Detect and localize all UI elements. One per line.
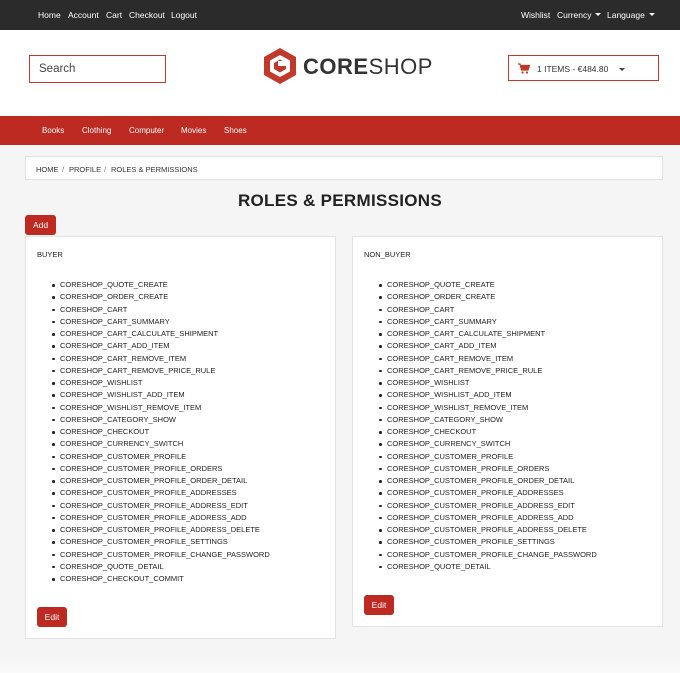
search-input[interactable] [29, 55, 166, 83]
permission-item: CORESHOP_CART_SUMMARY [379, 316, 597, 328]
nav-checkout-link[interactable]: Checkout [129, 10, 165, 21]
language-dropdown[interactable]: Language [607, 10, 655, 21]
category-movies-link[interactable]: Movies [181, 126, 206, 136]
permission-item: CORESHOP_CART_REMOVE_ITEM [52, 353, 270, 365]
page-title: ROLES & PERMISSIONS [237, 191, 443, 210]
permission-item: CORESHOP_CUSTOMER_PROFILE_ADDRESSES [379, 487, 597, 499]
category-books-link[interactable]: Books [42, 126, 64, 136]
chevron-down-icon [619, 68, 625, 71]
edit-role-button[interactable]: Edit [37, 607, 67, 627]
permission-item: CORESHOP_CART [379, 304, 597, 316]
add-role-button[interactable]: Add [25, 215, 56, 235]
permission-list: CORESHOP_QUOTE_CREATE CORESHOP_ORDER_CRE… [52, 279, 270, 585]
permission-item: CORESHOP_CART_REMOVE_PRICE_RULE [52, 365, 270, 377]
nav-cart-link[interactable]: Cart [106, 10, 122, 21]
breadcrumb-separator: / [62, 165, 65, 174]
category-computer-link[interactable]: Computer [129, 126, 164, 136]
permission-item: CORESHOP_WISHLIST_REMOVE_ITEM [52, 402, 270, 414]
nav-account-link[interactable]: Account [68, 10, 99, 21]
permission-item: CORESHOP_QUOTE_CREATE [52, 279, 270, 291]
permission-item: CORESHOP_CUSTOMER_PROFILE_ADDRESS_EDIT [52, 500, 270, 512]
permission-item: CORESHOP_CHECKOUT [52, 426, 270, 438]
permission-item: CORESHOP_CUSTOMER_PROFILE [52, 451, 270, 463]
language-label: Language [607, 10, 645, 20]
permission-item: CORESHOP_CHECKOUT_COMMIT [52, 573, 270, 585]
permission-item: CORESHOP_CART_ADD_ITEM [52, 340, 270, 352]
nav-logout-link[interactable]: Logout [171, 10, 197, 21]
chevron-down-icon [648, 13, 655, 16]
permission-item: CORESHOP_CUSTOMER_PROFILE_CHANGE_PASSWOR… [379, 549, 597, 561]
permission-item: CORESHOP_CUSTOMER_PROFILE_ORDER_DETAIL [379, 475, 597, 487]
currency-dropdown[interactable]: Currency [557, 10, 602, 21]
permission-item: CORESHOP_CUSTOMER_PROFILE_ADDRESS_ADD [52, 512, 270, 524]
cart-dropdown-button[interactable]: 1 ITEMS - €484.80 [508, 55, 659, 81]
role-name: BUYER [37, 250, 63, 259]
permission-item: CORESHOP_WISHLIST_ADD_ITEM [52, 389, 270, 401]
role-card-buyer: BUYER CORESHOP_QUOTE_CREATE CORESHOP_ORD… [25, 236, 336, 639]
permission-item: CORESHOP_CUSTOMER_PROFILE_ADDRESS_DELETE [379, 524, 597, 536]
logo-hexagon-icon [264, 48, 296, 84]
permission-item: CORESHOP_WISHLIST_ADD_ITEM [379, 389, 597, 401]
currency-label: Currency [557, 10, 592, 20]
site-header: CORESHOP 1 ITEMS - €484.80 [0, 30, 680, 116]
logo-shop-text: SHOP [368, 54, 433, 79]
breadcrumb: HOME / PROFILE / ROLES & PERMISSIONS [25, 156, 663, 180]
permission-item: CORESHOP_CATEGORY_SHOW [52, 414, 270, 426]
permission-item: CORESHOP_ORDER_CREATE [52, 291, 270, 303]
permission-item: CORESHOP_CART_CALCULATE_SHIPMENT [379, 328, 597, 340]
permission-item: CORESHOP_QUOTE_DETAIL [52, 561, 270, 573]
permission-item: CORESHOP_QUOTE_DETAIL [379, 561, 597, 573]
logo-core-text: CORE [303, 54, 369, 79]
page-footer-band [0, 660, 680, 673]
permission-item: CORESHOP_CUSTOMER_PROFILE_ADDRESS_ADD [379, 512, 597, 524]
permission-item: CORESHOP_CURRENCY_SWITCH [379, 438, 597, 450]
permission-item: CORESHOP_WISHLIST [379, 377, 597, 389]
permission-item: CORESHOP_CUSTOMER_PROFILE_ORDERS [379, 463, 597, 475]
category-nav-bar: Books Clothing Computer Movies Shoes [0, 116, 680, 145]
permission-item: CORESHOP_CUSTOMER_PROFILE_ADDRESSES [52, 487, 270, 499]
permission-item: CORESHOP_CUSTOMER_PROFILE_CHANGE_PASSWOR… [52, 549, 270, 561]
permission-item: CORESHOP_CUSTOMER_PROFILE_SETTINGS [52, 536, 270, 548]
permission-item: CORESHOP_CART_ADD_ITEM [379, 340, 597, 352]
permission-item: CORESHOP_CUSTOMER_PROFILE_ADDRESS_DELETE [52, 524, 270, 536]
permission-item: CORESHOP_CART_REMOVE_PRICE_RULE [379, 365, 597, 377]
top-nav-bar: Home Account Cart Checkout Logout Wishli… [0, 0, 680, 30]
breadcrumb-current: ROLES & PERMISSIONS [111, 165, 198, 174]
permission-item: CORESHOP_CUSTOMER_PROFILE_SETTINGS [379, 536, 597, 548]
category-shoes-link[interactable]: Shoes [224, 126, 247, 136]
role-card-non-buyer: NON_BUYER CORESHOP_QUOTE_CREATE CORESHOP… [352, 236, 663, 627]
permission-item: CORESHOP_CUSTOMER_PROFILE_ORDER_DETAIL [52, 475, 270, 487]
cart-summary-label: 1 ITEMS - €484.80 [537, 64, 609, 74]
permission-list: CORESHOP_QUOTE_CREATE CORESHOP_ORDER_CRE… [379, 279, 597, 573]
permission-item: CORESHOP_CART_REMOVE_ITEM [379, 353, 597, 365]
nav-wishlist-link[interactable]: Wishlist [521, 10, 550, 21]
breadcrumb-profile-link[interactable]: PROFILE [69, 165, 101, 174]
permission-item: CORESHOP_WISHLIST_REMOVE_ITEM [379, 402, 597, 414]
permission-item: CORESHOP_CART_CALCULATE_SHIPMENT [52, 328, 270, 340]
breadcrumb-separator: / [104, 165, 107, 174]
shopping-cart-icon [518, 63, 530, 74]
permission-item: CORESHOP_CURRENCY_SWITCH [52, 438, 270, 450]
chevron-down-icon [595, 13, 602, 16]
permission-item: CORESHOP_CART [52, 304, 270, 316]
category-clothing-link[interactable]: Clothing [82, 126, 111, 136]
edit-role-button[interactable]: Edit [364, 595, 394, 615]
breadcrumb-home-link[interactable]: HOME [36, 165, 59, 174]
permission-item: CORESHOP_CUSTOMER_PROFILE_ORDERS [52, 463, 270, 475]
permission-item: CORESHOP_QUOTE_CREATE [379, 279, 597, 291]
logo-wordmark: CORESHOP [303, 55, 433, 79]
permission-item: CORESHOP_WISHLIST [52, 377, 270, 389]
permission-item: CORESHOP_ORDER_CREATE [379, 291, 597, 303]
role-name: NON_BUYER [364, 250, 411, 259]
permission-item: CORESHOP_CART_SUMMARY [52, 316, 270, 328]
permission-item: CORESHOP_CUSTOMER_PROFILE_ADDRESS_EDIT [379, 500, 597, 512]
permission-item: CORESHOP_CHECKOUT [379, 426, 597, 438]
permission-item: CORESHOP_CATEGORY_SHOW [379, 414, 597, 426]
permission-item: CORESHOP_CUSTOMER_PROFILE [379, 451, 597, 463]
nav-home-link[interactable]: Home [38, 10, 61, 21]
